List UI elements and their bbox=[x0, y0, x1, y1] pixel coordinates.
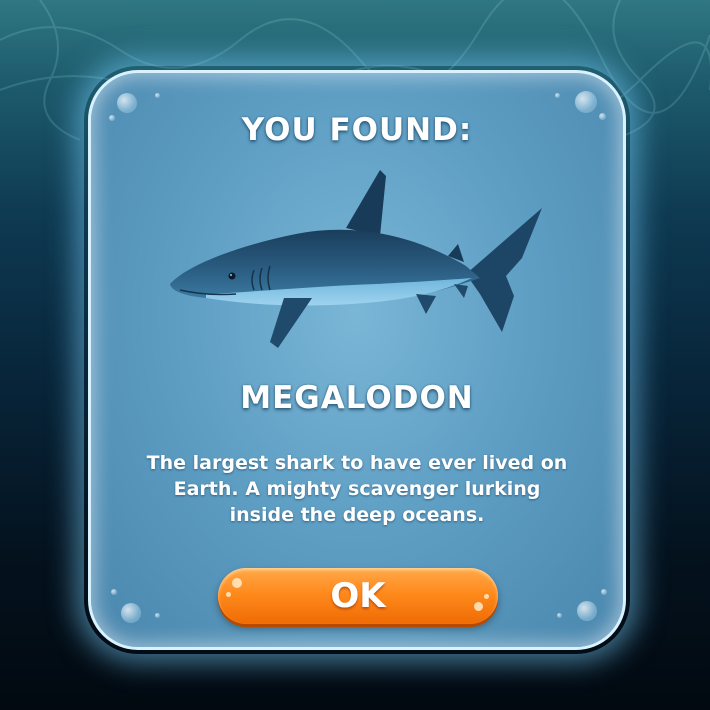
corner-bubble-bottom-left-dot bbox=[155, 613, 160, 618]
corner-bubble-bottom-left bbox=[121, 603, 141, 623]
dialog-heading: YOU FOUND: bbox=[241, 112, 473, 148]
game-scene: YOU FOUND: MEGALODON The largest shark t… bbox=[0, 0, 710, 710]
corner-bubble-bottom-left-small bbox=[111, 589, 117, 595]
ok-button[interactable]: OK bbox=[218, 568, 498, 624]
corner-bubble-bottom-right-small bbox=[601, 589, 607, 595]
ok-button-label: OK bbox=[330, 576, 386, 616]
corner-bubble-top-left bbox=[117, 93, 137, 113]
creature-description: The largest shark to have ever lived on … bbox=[146, 452, 568, 526]
corner-bubble-top-left-dot bbox=[155, 93, 160, 98]
creature-name: MEGALODON bbox=[240, 380, 474, 416]
corner-bubble-top-right-dot bbox=[555, 93, 560, 98]
corner-bubble-bottom-right bbox=[577, 601, 597, 621]
corner-bubble-bottom-right-dot bbox=[557, 613, 562, 618]
shark-illustration bbox=[170, 170, 542, 348]
corner-bubble-top-right bbox=[575, 91, 597, 113]
